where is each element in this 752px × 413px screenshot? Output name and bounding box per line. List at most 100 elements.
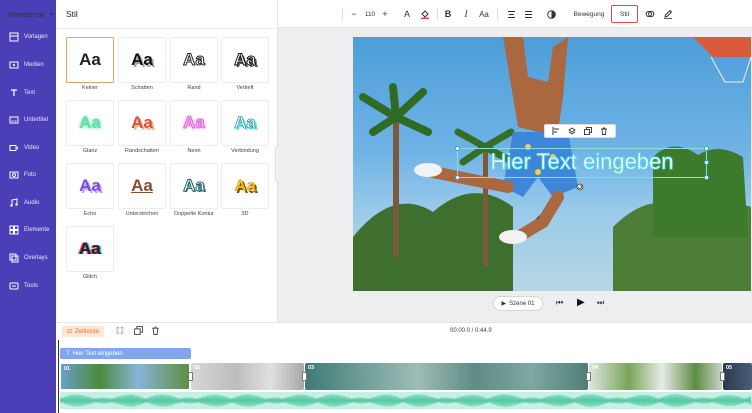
sidebar-item-overlays[interactable]: Overlays bbox=[0, 248, 56, 268]
rotate-icon[interactable] bbox=[576, 183, 584, 191]
style-option-randschatten[interactable]: Aa bbox=[118, 100, 166, 146]
canvas-text[interactable]: Hier Text eingeben bbox=[458, 147, 706, 177]
resize-handle[interactable] bbox=[704, 146, 709, 151]
style-option-verbindung[interactable]: Aa bbox=[221, 100, 269, 146]
italic-button[interactable]: I bbox=[459, 6, 473, 22]
font-select[interactable]: Montserrat ▾ bbox=[6, 6, 64, 22]
clip-number: 04 bbox=[592, 365, 599, 371]
clip-trim-handle[interactable] bbox=[188, 372, 193, 381]
bold-button[interactable]: B bbox=[441, 6, 455, 22]
style-option-label: 3D bbox=[241, 211, 249, 217]
trash-icon[interactable] bbox=[151, 326, 160, 337]
opacity-icon bbox=[546, 9, 556, 19]
audio-icon bbox=[8, 198, 19, 209]
video-icon bbox=[8, 143, 19, 154]
line-spacing-icon bbox=[524, 10, 532, 18]
edit-button[interactable] bbox=[661, 6, 675, 22]
text-color-button[interactable]: A bbox=[400, 6, 414, 22]
spacing-button[interactable] bbox=[521, 6, 535, 22]
sidebar-item-audio[interactable]: Audio bbox=[0, 193, 56, 213]
clip-trim-handle[interactable] bbox=[586, 372, 591, 381]
resize-handle[interactable] bbox=[455, 175, 460, 180]
style-option-doppelte-kontur[interactable]: Aa bbox=[170, 163, 218, 209]
paint-bucket-icon bbox=[421, 10, 429, 19]
align-icon[interactable] bbox=[552, 127, 560, 135]
font-size-decrease-button[interactable]: − bbox=[348, 6, 360, 22]
clip-trim-handle[interactable] bbox=[302, 372, 307, 381]
sidebar-item-label: Untertitel bbox=[24, 117, 49, 123]
overlays-icon bbox=[8, 253, 19, 264]
video-clip[interactable]: 04 bbox=[589, 363, 722, 390]
font-size-value[interactable]: 110 bbox=[361, 6, 379, 22]
video-clip[interactable]: 01 bbox=[60, 363, 190, 390]
style-sample: Aa bbox=[131, 113, 153, 132]
playhead[interactable] bbox=[58, 340, 59, 413]
sidebar-item-label: Video bbox=[24, 145, 40, 151]
audio-track[interactable] bbox=[60, 392, 752, 409]
subtitle-icon bbox=[8, 115, 19, 126]
video-clip[interactable]: 05 bbox=[723, 363, 752, 390]
layers-icon[interactable] bbox=[568, 127, 576, 135]
sidebar-item-text[interactable]: Text bbox=[0, 83, 56, 103]
motion-button[interactable]: Bewegung bbox=[570, 6, 608, 22]
font-size-increase-button[interactable]: + bbox=[379, 6, 391, 22]
sidebar-item-tools[interactable]: Tools bbox=[0, 276, 56, 296]
style-option-label: Verbindung bbox=[231, 148, 259, 154]
style-option-unterstrichen[interactable]: Aa bbox=[118, 163, 166, 209]
sidebar-item-foto[interactable]: Foto bbox=[0, 165, 56, 185]
skip-forward-icon[interactable]: ⏭ bbox=[597, 298, 604, 308]
text-case-button[interactable]: Aa bbox=[476, 6, 492, 22]
divider bbox=[497, 8, 498, 20]
style-option-vertieft[interactable]: Aa bbox=[221, 37, 269, 83]
split-icon[interactable]: ⟦⟧ bbox=[116, 326, 124, 335]
clip-trim-handle[interactable] bbox=[720, 372, 725, 381]
style-sample: Aa bbox=[183, 176, 206, 196]
style-option-neon[interactable]: Aa bbox=[170, 100, 218, 146]
style-sample: Aa bbox=[79, 50, 101, 69]
sidebar-item-untertitel[interactable]: Untertitel bbox=[0, 110, 56, 130]
sidebar-item-label: Tools bbox=[24, 283, 39, 289]
clip-number: 01 bbox=[64, 366, 71, 372]
duplicate-icon[interactable] bbox=[134, 326, 143, 337]
play-icon[interactable]: ▶ bbox=[577, 297, 585, 308]
style-sample: Aa bbox=[79, 113, 101, 132]
resize-handle[interactable] bbox=[455, 146, 460, 151]
style-option-3d[interactable]: Aa bbox=[221, 163, 269, 209]
sidebar-item-medien[interactable]: Medien bbox=[0, 55, 56, 75]
sidebar-item-video[interactable]: Video bbox=[0, 138, 56, 158]
sidebar-item-elemente[interactable]: Elemente bbox=[0, 220, 56, 240]
skip-back-icon[interactable]: ⏮ bbox=[556, 298, 563, 308]
style-option-keiner[interactable]: Aa bbox=[66, 37, 114, 83]
resize-handle[interactable] bbox=[704, 160, 709, 165]
style-button[interactable]: Stil bbox=[611, 5, 638, 23]
opacity-button[interactable] bbox=[544, 6, 558, 22]
style-option-schatten[interactable]: Aa bbox=[118, 37, 166, 83]
text-icon: T bbox=[66, 350, 70, 357]
resize-handle[interactable] bbox=[704, 175, 709, 180]
style-option-label: Unterstrichen bbox=[125, 211, 159, 217]
style-option-label: Glitch bbox=[82, 274, 98, 280]
trash-icon[interactable] bbox=[600, 127, 608, 135]
align-button[interactable] bbox=[504, 6, 518, 22]
timeline-toggle[interactable]: ⊟ Zeitleiste bbox=[62, 326, 105, 337]
scene-selector[interactable]: ▶ Szene 01 bbox=[493, 296, 543, 311]
video-clip[interactable]: 02 bbox=[191, 363, 304, 390]
duplicate-icon[interactable] bbox=[584, 127, 592, 135]
style-option-label: Keiner bbox=[82, 85, 98, 91]
video-clip[interactable]: 03 bbox=[305, 363, 588, 390]
text-track-clip[interactable]: T Hier Text eingeben bbox=[60, 348, 191, 359]
style-sample: Aa bbox=[234, 50, 257, 70]
effects-button[interactable] bbox=[643, 6, 657, 22]
style-sample: Aa bbox=[131, 176, 153, 195]
style-sample: Aa bbox=[79, 176, 101, 195]
style-option-glanz[interactable]: Aa bbox=[66, 100, 114, 146]
style-option-echo[interactable]: Aa bbox=[66, 163, 114, 209]
panel-title: Stil bbox=[66, 9, 78, 19]
timecode: 00:00.0 / 0:44.9 bbox=[450, 328, 492, 334]
text-icon bbox=[8, 88, 19, 99]
align-center-icon bbox=[507, 10, 515, 18]
style-option-glitch[interactable]: Aa bbox=[66, 226, 114, 272]
highlight-color-button[interactable] bbox=[418, 6, 432, 22]
style-option-rand[interactable]: Aa bbox=[170, 37, 218, 83]
sidebar-item-vorlagen[interactable]: Vorlagen bbox=[0, 27, 56, 47]
